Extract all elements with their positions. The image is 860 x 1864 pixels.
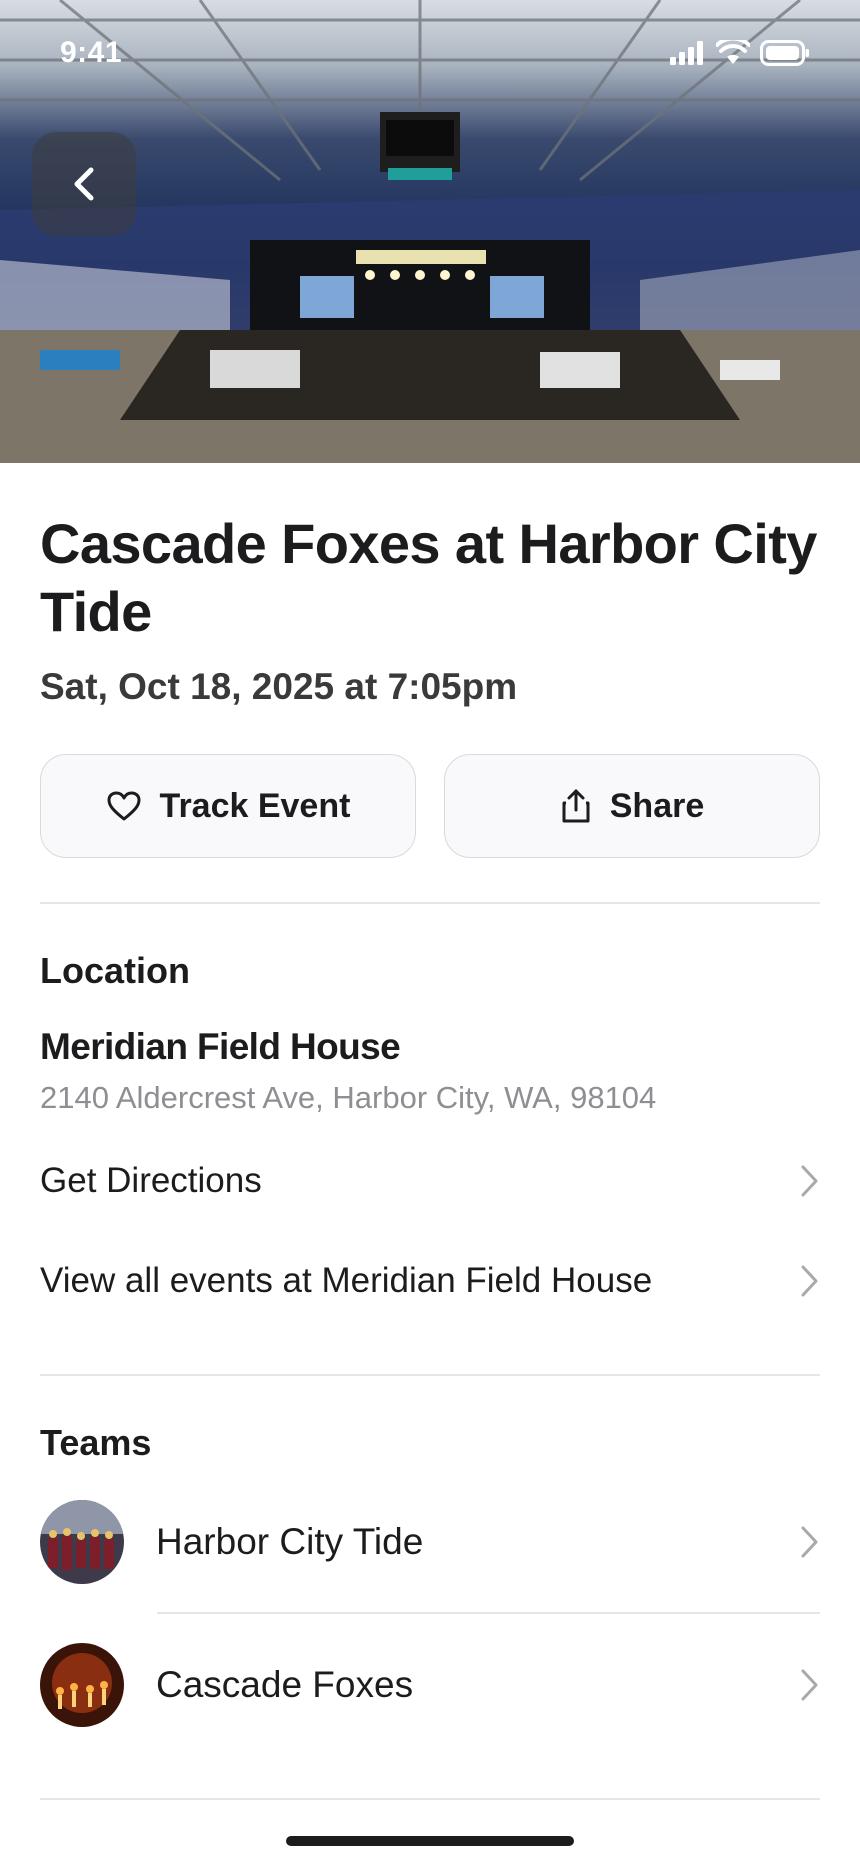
status-time: 9:41 — [60, 36, 123, 69]
get-directions-label: Get Directions — [40, 1161, 262, 1200]
team-row-harbor-city-tide[interactable]: Harbor City Tide — [40, 1497, 820, 1587]
track-event-button[interactable]: Track Event — [40, 754, 416, 858]
team-name: Harbor City Tide — [156, 1521, 424, 1562]
divider — [40, 1374, 820, 1376]
battery-icon — [760, 40, 809, 66]
share-icon — [562, 789, 590, 823]
share-button[interactable]: Share — [444, 754, 820, 858]
divider — [157, 1612, 820, 1614]
heart-icon — [107, 791, 141, 821]
event-title: Cascade Foxes at Harbor City Tide — [40, 512, 817, 643]
cellular-signal-icon — [670, 41, 703, 65]
back-button[interactable] — [32, 132, 136, 236]
location-section-title: Location — [40, 950, 190, 991]
divider — [40, 1798, 820, 1800]
team-avatar — [40, 1643, 124, 1727]
view-venue-events-row[interactable]: View all events at Meridian Field House — [40, 1246, 820, 1316]
team-name: Cascade Foxes — [156, 1664, 414, 1705]
status-icons — [670, 40, 810, 66]
team-avatar — [40, 1500, 124, 1584]
event-datetime: Sat, Oct 18, 2025 at 7:05pm — [40, 666, 518, 707]
venue-name: Meridian Field House — [40, 1026, 401, 1067]
status-bar: 9:41 — [0, 0, 860, 110]
chevron-right-icon — [801, 1265, 818, 1297]
home-indicator[interactable] — [286, 1836, 574, 1846]
chevron-right-icon — [801, 1526, 818, 1558]
venue-address: 2140 Aldercrest Ave, Harbor City, WA, 98… — [40, 1080, 657, 1115]
get-directions-row[interactable]: Get Directions — [40, 1146, 820, 1216]
share-label: Share — [609, 786, 705, 825]
chevron-right-icon — [801, 1669, 818, 1701]
view-venue-events-label: View all events at Meridian Field House — [40, 1261, 653, 1300]
team-row-cascade-foxes[interactable]: Cascade Foxes — [40, 1640, 820, 1730]
chevron-left-icon — [74, 167, 94, 201]
wifi-icon — [716, 40, 750, 64]
teams-section-title: Teams — [40, 1422, 152, 1463]
track-event-label: Track Event — [159, 786, 351, 825]
divider — [40, 902, 820, 904]
chevron-right-icon — [801, 1165, 818, 1197]
